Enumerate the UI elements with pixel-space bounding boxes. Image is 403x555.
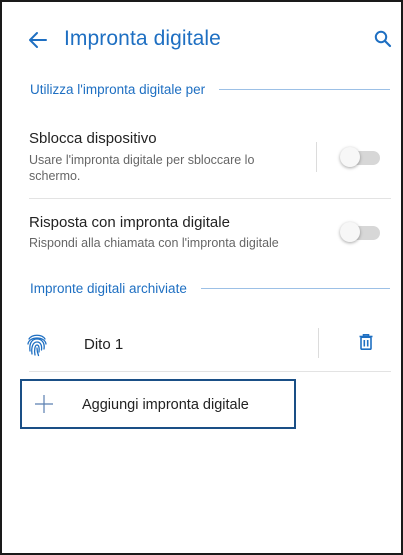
section-label: Utilizza l'impronta digitale per — [30, 81, 206, 97]
section-header-use: Utilizza l'impronta digitale per — [30, 80, 390, 98]
vertical-divider — [318, 328, 319, 358]
app-bar: Impronta digitale — [2, 2, 401, 82]
add-fingerprint-label: Aggiungi impronta digitale — [82, 397, 249, 413]
search-icon — [374, 30, 392, 48]
section-rule — [219, 88, 390, 90]
answer-call-subtitle: Rispondi alla chiamata con l'impronta di… — [29, 236, 279, 250]
page-title: Impronta digitale — [64, 27, 221, 50]
trash-icon[interactable] — [359, 334, 373, 350]
toggle-knob — [340, 222, 360, 242]
arrow-left-icon — [29, 32, 47, 48]
section-label: Impronte digitali archiviate — [30, 280, 187, 296]
fingerprint-icon — [27, 334, 47, 357]
toggle-knob — [340, 147, 360, 167]
answer-call-toggle[interactable] — [340, 222, 380, 242]
divider — [29, 198, 391, 199]
answer-call-row[interactable]: Risposta con impronta digitale Rispondi … — [2, 207, 401, 259]
section-rule — [200, 287, 390, 289]
unlock-device-row[interactable]: Sblocca dispositivo Usare l'impronta dig… — [2, 122, 401, 192]
back-button[interactable] — [24, 26, 52, 54]
unlock-device-toggle[interactable] — [340, 147, 380, 167]
fingerprint-item[interactable]: Dito 1 — [2, 324, 401, 364]
add-fingerprint-button[interactable]: Aggiungi impronta digitale — [20, 379, 296, 429]
fingerprint-name: Dito 1 — [84, 336, 124, 353]
divider — [29, 371, 391, 372]
section-header-stored: Impronte digitali archiviate — [30, 279, 390, 297]
search-button[interactable] — [370, 26, 396, 52]
unlock-device-title: Sblocca dispositivo — [29, 130, 157, 147]
answer-call-title: Risposta con impronta digitale — [29, 214, 230, 231]
unlock-device-subtitle: Usare l'impronta digitale per sbloccare … — [29, 153, 255, 183]
plus-icon — [35, 395, 53, 413]
vertical-divider — [316, 142, 317, 172]
settings-screen: Impronta digitale Utilizza l'impronta di… — [0, 0, 403, 555]
